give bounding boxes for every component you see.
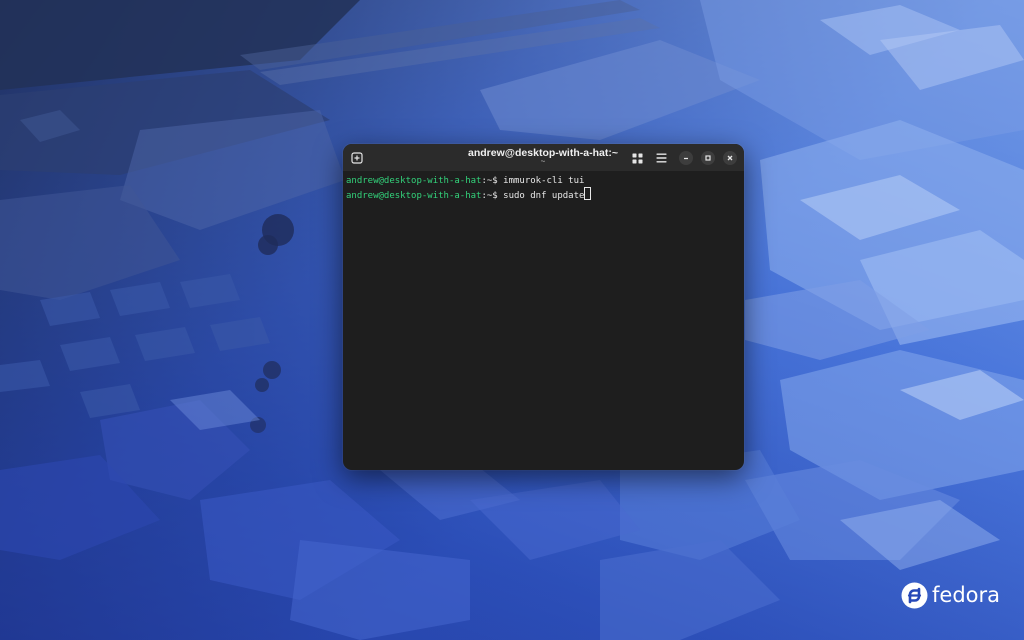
prompt-path: :~$ [481, 191, 504, 201]
main-menu-button[interactable] [653, 150, 669, 166]
prompt-path: :~$ [481, 176, 504, 186]
minimize-icon [684, 157, 688, 160]
text-cursor [584, 187, 592, 200]
maximize-icon [705, 155, 711, 161]
maximize-button[interactable] [701, 151, 715, 165]
command-text: immurok-cli tui [503, 176, 585, 186]
close-button[interactable] [723, 151, 737, 165]
terminal-line: andrew@desktop-with-a-hat:~$ immurok-cli… [346, 175, 741, 187]
fedora-wordmark: fedora [932, 583, 1000, 607]
window-title-block: andrew@desktop-with-a-hat:~ ~ [443, 147, 643, 166]
prompt-user-host: andrew@desktop-with-a-hat [346, 176, 482, 186]
terminal-line-current[interactable]: andrew@desktop-with-a-hat:~$ sudo dnf up… [346, 187, 741, 201]
grid-icon [632, 153, 642, 163]
terminal-titlebar[interactable]: andrew@desktop-with-a-hat:~ ~ [343, 144, 744, 171]
terminal-window[interactable]: andrew@desktop-with-a-hat:~ ~ andrew@des… [343, 144, 744, 470]
window-subtitle: ~ [540, 157, 546, 166]
command-input-text[interactable]: sudo dnf update [503, 191, 584, 201]
new-tab-button[interactable] [348, 149, 366, 167]
prompt-user-host: andrew@desktop-with-a-hat [346, 191, 482, 201]
close-icon [727, 155, 733, 161]
hamburger-menu-icon [656, 153, 666, 163]
terminal-output[interactable]: andrew@desktop-with-a-hat:~$ immurok-cli… [343, 171, 744, 203]
tab-overview-button[interactable] [629, 150, 645, 166]
fedora-infinity-icon [901, 582, 928, 609]
new-tab-icon [351, 152, 363, 164]
minimize-button[interactable] [679, 151, 693, 165]
fedora-logo: fedora [901, 582, 1000, 609]
